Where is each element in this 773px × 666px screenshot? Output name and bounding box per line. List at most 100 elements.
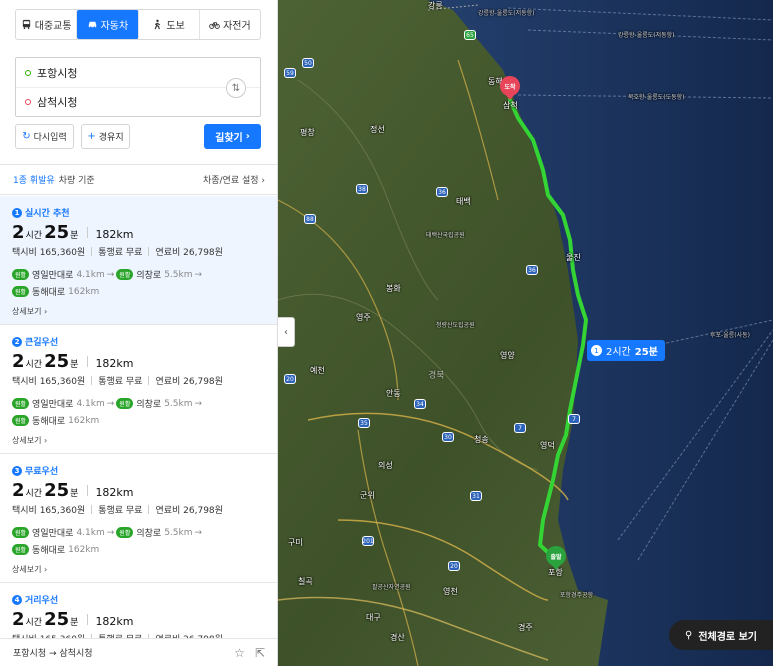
route-overview-icon: ⚲ <box>684 629 693 641</box>
route-name: 무료우선 <box>25 467 59 477</box>
route-title: 3 무료우선 <box>12 464 266 477</box>
road-name: 영일만대로 <box>32 400 74 410</box>
route-title: 1 실시간 추천 <box>12 206 266 219</box>
route-number-badge: 1 <box>12 207 22 218</box>
ferry-route-label: 후포-울릉(사동) <box>710 332 750 339</box>
map-place-label: 평창 <box>300 128 315 137</box>
road-distance: 162km <box>68 544 100 555</box>
route-card-4[interactable]: 4 거리우선 2 시간 25 분 182km 택시비 165,360원 통행료 … <box>0 583 277 645</box>
route-name: 실시간 추천 <box>25 209 70 219</box>
separator <box>148 247 150 256</box>
road-name: 영일만대로 <box>32 529 74 539</box>
tab-walk[interactable]: 도보 <box>139 10 200 39</box>
collapse-panel-button[interactable]: ‹ <box>278 317 295 347</box>
badge-hours: 2시간 <box>606 347 631 358</box>
map-place-label: 영천 <box>443 587 458 596</box>
swap-route-button[interactable]: ⇅ <box>226 78 246 98</box>
map-place-label: 구미 <box>288 538 303 547</box>
destination-pin-body: 도착 <box>500 76 520 96</box>
route-card-1[interactable]: 1 실시간 추천 2 시간 25 분 182km 택시비 165,360원 통행… <box>0 196 277 325</box>
vehicle-settings-link[interactable]: 차종/연료 설정 › <box>203 173 265 186</box>
map-place-label: 예천 <box>310 366 325 375</box>
walk-icon <box>155 19 161 30</box>
route-hours: 2 <box>12 351 25 372</box>
vehicle-type[interactable]: 1종 휘발유 <box>13 173 55 186</box>
road-shield: 7 <box>514 423 526 433</box>
route-detail-link[interactable]: 상세보기 › <box>12 306 266 317</box>
destination-value: 삼척시청 <box>37 96 78 109</box>
tab-public-transit[interactable]: 대중교통 <box>16 10 78 39</box>
route-title: 2 큰길우선 <box>12 335 266 348</box>
route-minutes: 25 <box>44 222 70 243</box>
vehicle-suffix: 차량 기준 <box>58 176 95 186</box>
route-minutes: 25 <box>44 480 70 501</box>
separator <box>87 614 89 625</box>
map-place-label: 칠곡 <box>298 577 313 586</box>
map-place-label: 태백 <box>456 197 471 206</box>
traffic-badge: 원활 <box>12 527 30 538</box>
road-segments: 원활 영일만대로 4.1km → 원활 의창로 5.5km → <box>12 526 266 539</box>
separator <box>148 505 150 514</box>
route-card-3[interactable]: 3 무료우선 2 시간 25 분 182km 택시비 165,360원 통행료 … <box>0 454 277 583</box>
full-route-button[interactable]: ⚲ 전체경로 보기 <box>669 620 773 650</box>
road-shield: 20 <box>448 561 460 571</box>
fuel-cost: 연료비 26,798원 <box>155 377 223 387</box>
origin-dot-icon <box>25 69 31 76</box>
route-minutes-unit: 분 <box>70 618 79 628</box>
road-distance: 4.1km <box>76 269 105 280</box>
map-poi-label: 포항경주공항 <box>560 592 594 599</box>
route-time: 2 시간 25 분 182km <box>12 480 266 501</box>
route-hours-unit: 시간 <box>25 231 43 241</box>
arrow-right-icon: → <box>106 269 115 280</box>
road-distance: 5.5km <box>164 269 193 280</box>
route-hours: 2 <box>12 222 25 243</box>
reset-label: 다시입력 <box>33 133 67 143</box>
route-time-badge[interactable]: 1 2시간 25분 <box>587 340 665 361</box>
road-name: 의창로 <box>136 400 162 410</box>
separator <box>91 247 93 256</box>
transport-mode-tabs: 대중교통 자동차 도보 자전거 <box>15 9 261 40</box>
traffic-badge: 원활 <box>116 398 134 409</box>
separator <box>87 485 89 496</box>
plus-icon: + <box>87 131 96 142</box>
traffic-badge: 원활 <box>116 269 134 280</box>
road-distance: 4.1km <box>76 527 105 538</box>
map-place-label: 경산 <box>390 633 405 642</box>
map-place-label: 영양 <box>500 351 515 360</box>
route-detail-link[interactable]: 상세보기 › <box>12 435 266 446</box>
add-waypoint-button[interactable]: + 경유지 <box>81 124 130 149</box>
find-route-button[interactable]: 길찾기 › <box>204 124 261 149</box>
vehicle-basis: 1종 휘발유 차량 기준 차종/연료 설정 › <box>0 165 277 195</box>
tab-bicycle[interactable]: 자전거 <box>200 10 260 39</box>
chevron-right-icon: › <box>245 131 250 142</box>
toll-fee: 통행료 무료 <box>98 377 143 387</box>
route-hours-unit: 시간 <box>25 360 43 370</box>
destination-field[interactable]: 삼척시청 <box>16 87 260 116</box>
traffic-badge: 원활 <box>12 286 30 297</box>
ferry-route-label: 묵호항-울릉도(도동항) <box>628 94 685 101</box>
route-card-2[interactable]: 2 큰길우선 2 시간 25 분 182km 택시비 165,360원 통행료 … <box>0 325 277 454</box>
route-number-badge: 1 <box>591 345 602 356</box>
destination-pin[interactable]: 도착 <box>500 76 520 100</box>
road-distance: 162km <box>68 286 100 297</box>
route-input-box: 포항시청 삼척시청 ⇅ <box>15 57 261 117</box>
bus-icon <box>22 19 30 30</box>
star-icon[interactable]: ☆ <box>234 646 245 660</box>
origin-pin[interactable]: 출발 <box>546 546 566 570</box>
road-distance: 5.5km <box>164 398 193 409</box>
route-detail-link[interactable]: 상세보기 › <box>12 564 266 575</box>
route-costs: 택시비 165,360원 통행료 무료 연료비 26,798원 <box>12 503 266 516</box>
reset-button[interactable]: ↻ 다시입력 <box>15 124 74 149</box>
map-place-label: 안동 <box>386 389 401 398</box>
tab-car-label: 자동차 <box>100 21 129 32</box>
tab-car[interactable]: 자동차 <box>77 10 139 39</box>
route-costs: 택시비 165,360원 통행료 무료 연료비 26,798원 <box>12 374 266 387</box>
share-icon[interactable]: ⇱ <box>255 646 265 660</box>
separator <box>87 227 89 238</box>
origin-field[interactable]: 포항시청 <box>16 58 260 87</box>
route-actions: ↻ 다시입력 + 경유지 길찾기 › <box>15 124 261 149</box>
taxi-fare: 택시비 165,360원 <box>12 506 86 516</box>
map-poi-label: 태백산국립공원 <box>426 232 465 239</box>
route-distance: 182km <box>95 228 134 241</box>
map-view[interactable]: 강릉 동해 삼척 정선 태백 봉화 울진 영양 영주 청송 예천 안동 의성 영… <box>278 0 773 666</box>
